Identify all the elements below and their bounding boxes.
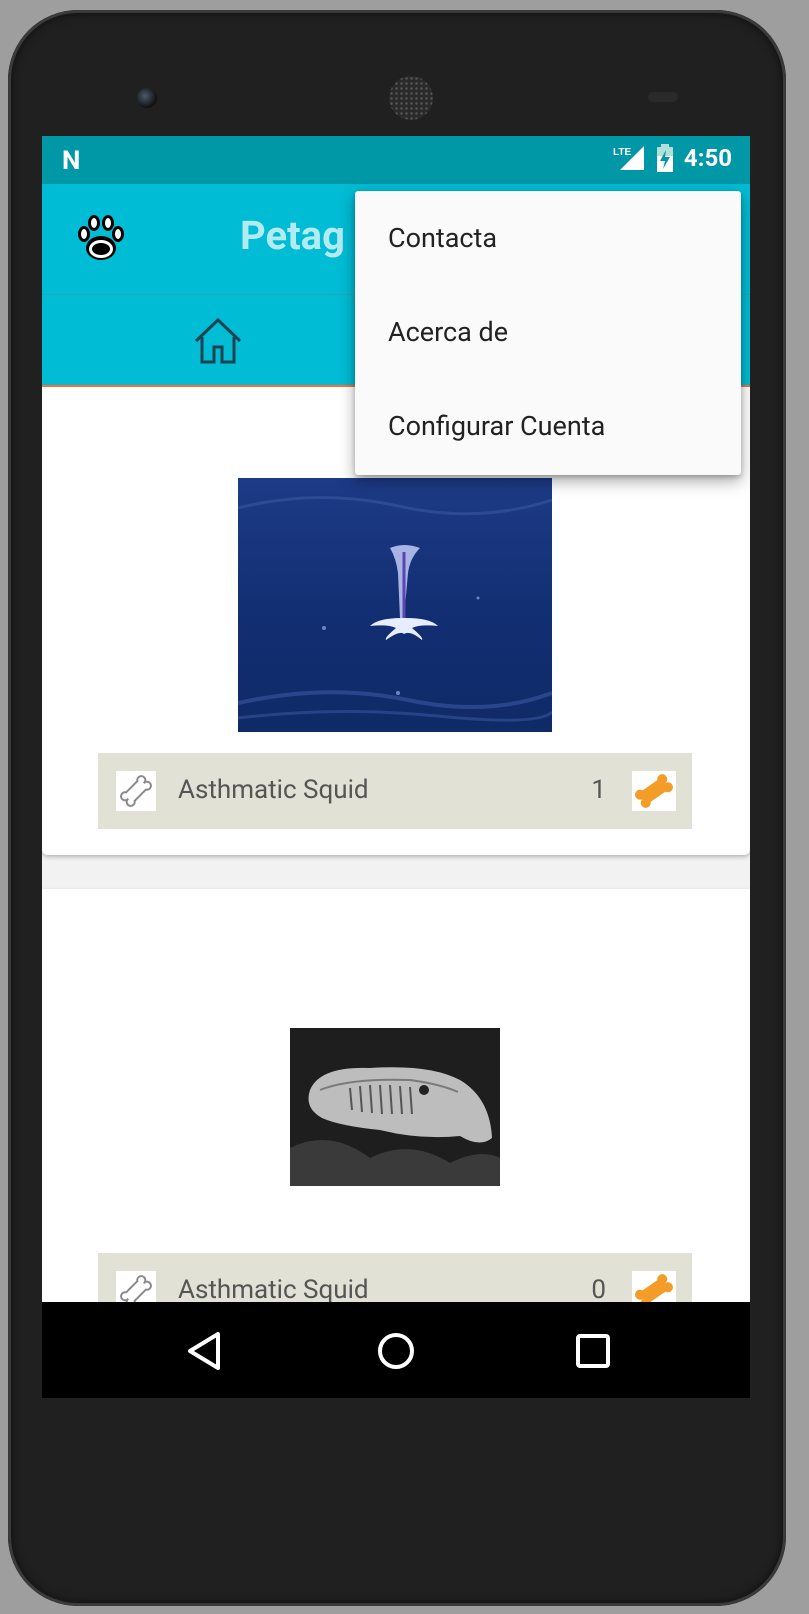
paw-icon[interactable]	[74, 214, 128, 264]
home-circle-icon[interactable]	[371, 1326, 421, 1376]
pet-name: Asthmatic Squid	[178, 775, 369, 805]
menu-item-configurar-cuenta[interactable]: Configurar Cuenta	[355, 379, 741, 473]
network-type: LTE	[613, 147, 631, 158]
device-screen: N LTE 4:50 Petag Asthmatic Squid 1 Asthm…	[42, 136, 750, 1398]
pet-photo	[238, 478, 552, 732]
proximity-sensor	[648, 92, 678, 102]
pet-rating: 1	[591, 775, 606, 805]
cuttlefish-photo-graphic	[290, 1028, 500, 1186]
pet-rating: 0	[591, 1275, 606, 1305]
overflow-menu: Contacta Acerca de Configurar Cuenta	[355, 191, 741, 475]
menu-item-contacta[interactable]: Contacta	[355, 191, 741, 285]
notification-n-icon: N	[62, 146, 81, 176]
clock: 4:50	[683, 144, 732, 172]
app-title: Petag	[240, 212, 345, 259]
recents-icon[interactable]	[568, 1326, 618, 1376]
signal-icon: LTE	[613, 146, 644, 170]
pet-list[interactable]: Asthmatic Squid 1 Asthmatic Squid 0	[42, 387, 750, 1398]
pet-photo	[290, 1028, 500, 1186]
pet-name: Asthmatic Squid	[178, 1275, 369, 1305]
bone-filled-icon[interactable]	[632, 771, 676, 811]
bone-outline-icon[interactable]	[116, 771, 156, 811]
menu-item-acerca-de[interactable]: Acerca de	[355, 285, 741, 379]
status-indicators: LTE 4:50	[612, 144, 732, 172]
pet-info-bar: Asthmatic Squid 1	[98, 753, 692, 829]
status-bar: N LTE 4:50	[42, 136, 750, 184]
earpiece-speaker	[389, 76, 433, 120]
squid-photo-graphic	[238, 478, 552, 732]
navigation-bar	[42, 1302, 750, 1398]
battery-icon	[656, 144, 673, 172]
home-icon[interactable]	[192, 317, 244, 365]
front-camera	[137, 88, 157, 108]
back-icon[interactable]	[180, 1326, 230, 1376]
